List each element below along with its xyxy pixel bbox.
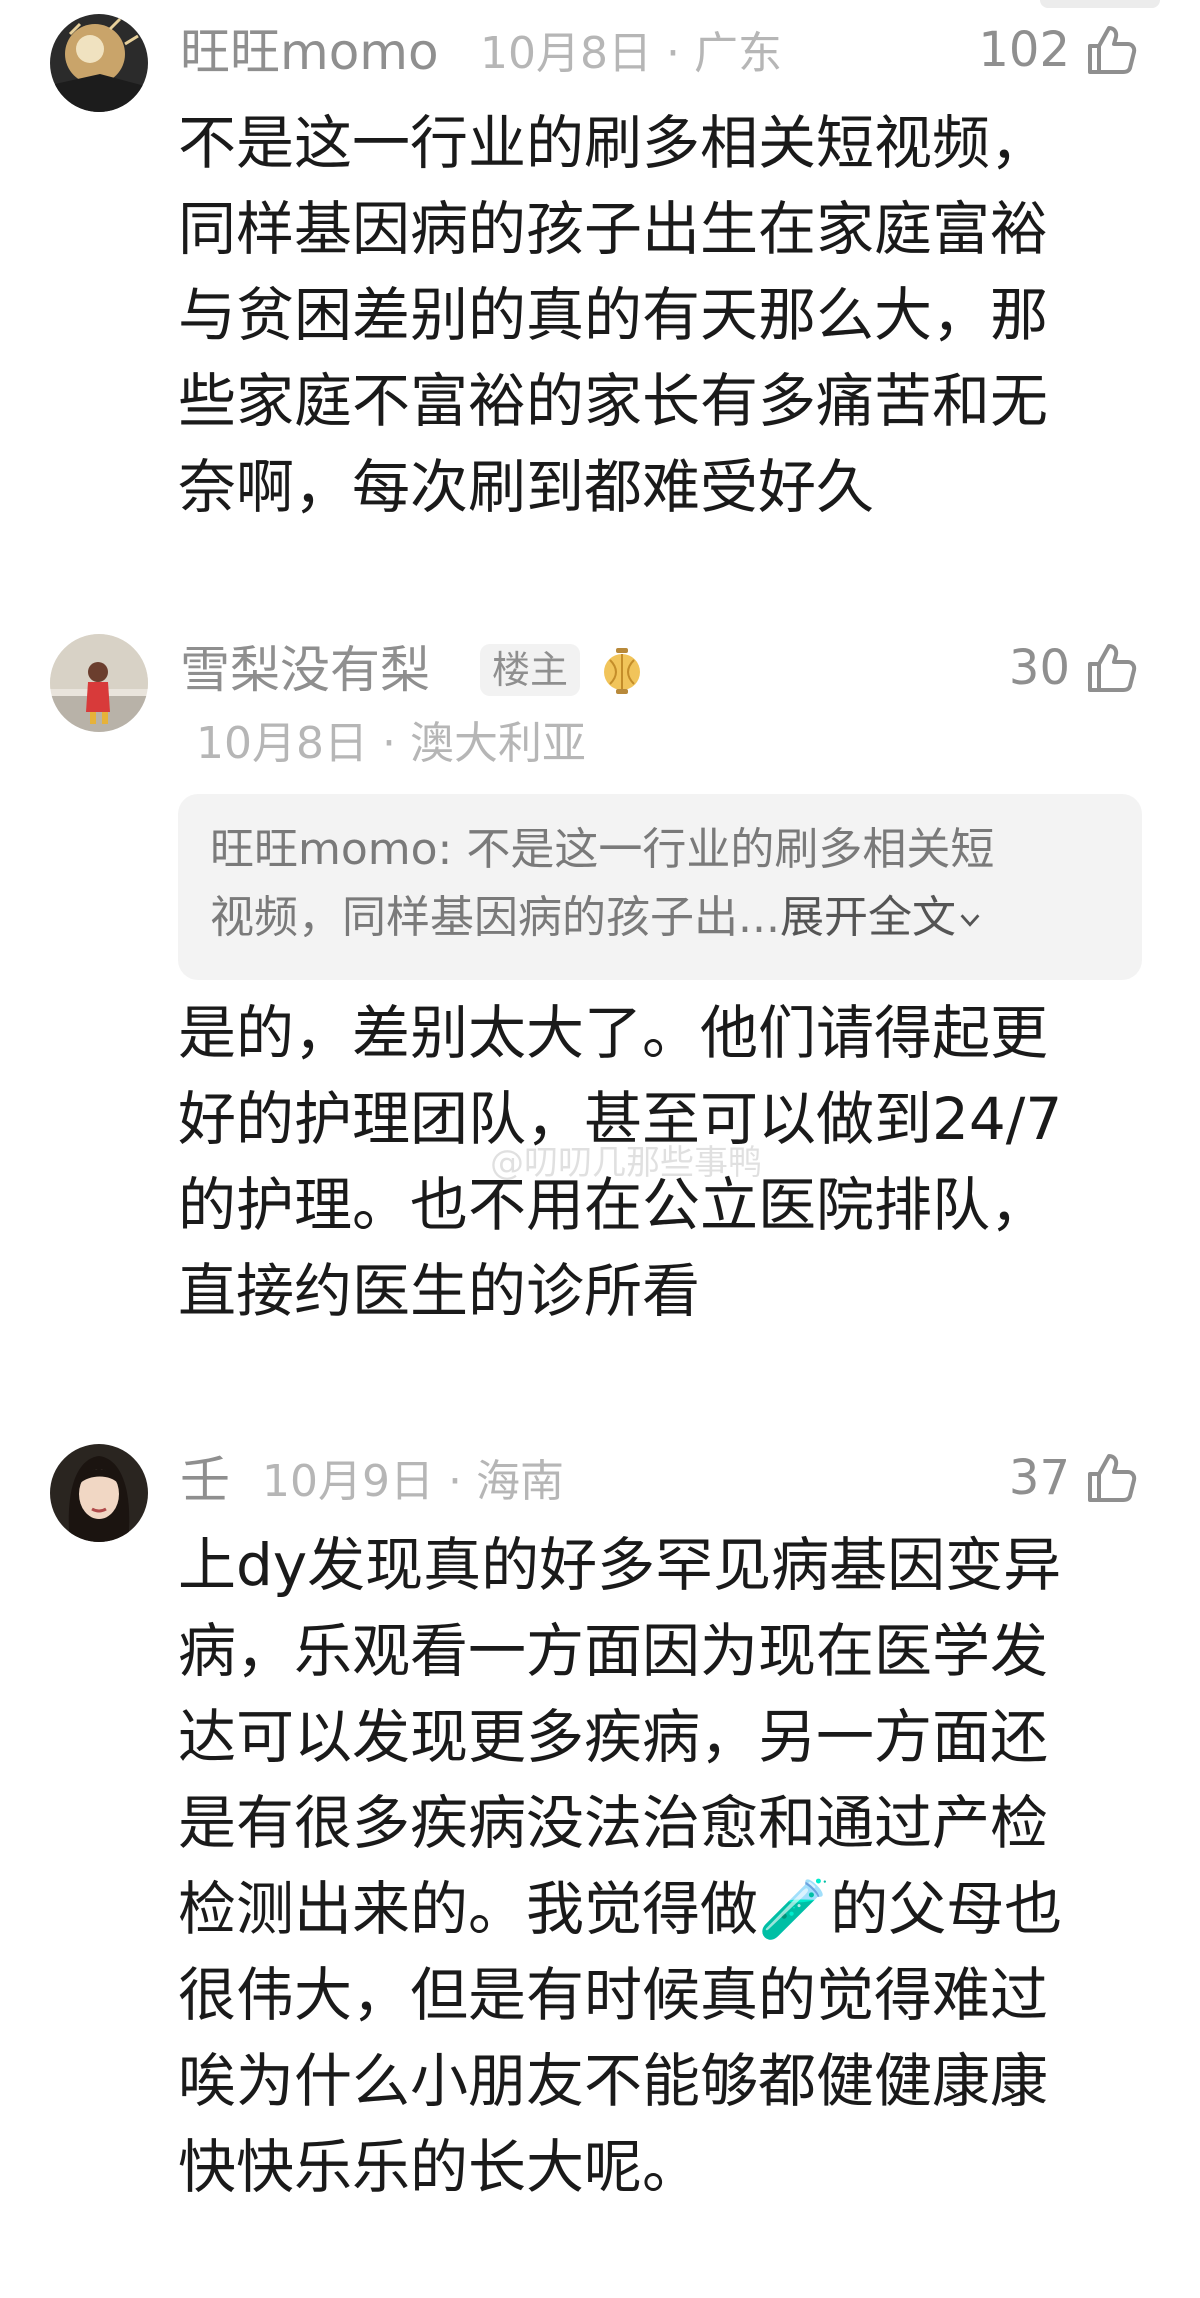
comment-item: 雪梨没有梨 楼主 10月8日 · 澳大利亚 30 旺旺momo: 不是这一行业的… — [0, 620, 1200, 1380]
like-count: 30 — [1008, 640, 1070, 696]
username[interactable]: 壬 — [180, 1450, 230, 1510]
username[interactable]: 雪梨没有梨 — [180, 640, 430, 700]
comment-item: 壬 10月9日 · 海南 37 上dy发现真的好多罕见病基因变异 病，乐观看一方… — [0, 1432, 1200, 2252]
avatar-image — [50, 14, 148, 112]
comment-item: 旺旺momo 10月8日 · 广东 102 不是这一行业的刷多相关短视频， 同样… — [0, 0, 1200, 580]
watermark: @叨叨几那些事鸭 — [490, 1143, 762, 1183]
thumbs-up-icon — [1088, 644, 1137, 692]
like-button[interactable]: 37 — [1009, 1448, 1138, 1508]
quoted-text: 旺旺momo: 不是这一行业的刷多相关短 视频，同样基因病的孩子出...展开全文 — [210, 816, 1110, 952]
comment-date-location: 10月8日 · 广东 — [480, 28, 782, 79]
lantern-icon — [600, 646, 644, 696]
avatar-image — [50, 1444, 148, 1542]
like-count: 37 — [1008, 1450, 1070, 1506]
expand-full-text-link[interactable]: 展开全文 — [780, 892, 984, 943]
comment-text: 上dy发现真的好多罕见病基因变异 病，乐观看一方面因为现在医学发 达可以发现更多… — [178, 1531, 1063, 2201]
expand-label: 展开全文 — [779, 892, 956, 943]
op-badge: 楼主 — [480, 644, 581, 696]
username[interactable]: 旺旺momo — [180, 22, 439, 82]
avatar[interactable] — [50, 634, 148, 732]
like-count: 102 — [978, 22, 1070, 78]
thumbs-up-icon — [1088, 1454, 1137, 1502]
avatar[interactable] — [50, 1444, 148, 1542]
chevron-down-icon — [960, 914, 980, 927]
comment-text: 不是这一行业的刷多相关短视频， 同样基因病的孩子出生在家庭富裕 与贫困差别的真的… — [178, 109, 1049, 521]
quoted-reply[interactable]: 旺旺momo: 不是这一行业的刷多相关短 视频，同样基因病的孩子出...展开全文 — [178, 794, 1142, 980]
avatar-image — [50, 634, 148, 732]
like-button[interactable]: 102 — [978, 20, 1138, 80]
avatar[interactable] — [50, 14, 148, 112]
thumbs-up-icon — [1088, 26, 1137, 74]
like-button[interactable]: 30 — [1009, 638, 1138, 698]
comment-date-location: 10月8日 · 澳大利亚 — [196, 718, 586, 769]
comment-date-location: 10月9日 · 海南 — [262, 1456, 564, 1507]
